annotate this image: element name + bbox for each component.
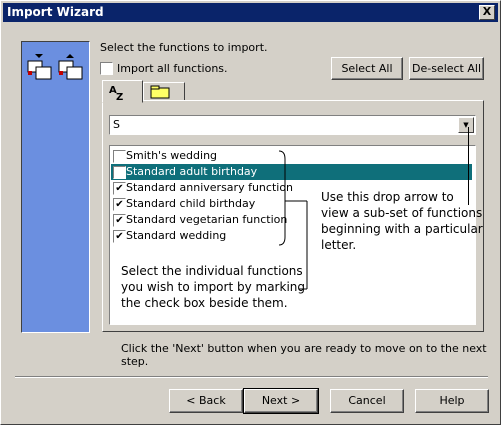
function-checkbox[interactable]: ✔ [113, 230, 126, 243]
function-checkbox[interactable]: ✔ [113, 166, 126, 179]
letter-filter-value: S [113, 118, 120, 131]
folder-icon [150, 85, 170, 99]
bracket-leader-line [278, 150, 308, 290]
import-down-icon [27, 54, 52, 80]
callout-line: view a sub-set of functions [321, 206, 483, 220]
function-label: Smith's wedding [126, 149, 218, 162]
function-label: Standard child birthday [126, 197, 256, 210]
help-button[interactable]: Help [415, 389, 489, 413]
window-title: Import Wizard [7, 5, 104, 19]
title-bar[interactable]: Import Wizard X [3, 3, 498, 22]
next-button[interactable]: Next > [243, 388, 319, 414]
wizard-side-panel [21, 41, 90, 333]
instruction-text: Select the functions to import. [100, 41, 268, 54]
letter-filter-combo[interactable]: S ▼ [109, 115, 476, 135]
callout-line: Use this drop arrow to [321, 190, 454, 204]
function-checkbox[interactable]: ✔ [113, 214, 126, 227]
callout-line: the check box beside them. [121, 296, 288, 310]
function-label: Standard vegetarian function [126, 213, 288, 226]
function-label: Standard wedding [126, 229, 227, 242]
function-label: Standard anniversary function [126, 181, 294, 194]
separator [15, 376, 488, 378]
cancel-button[interactable]: Cancel [330, 389, 404, 413]
function-checkbox[interactable]: ✔ [113, 182, 126, 195]
tab-alphabetical[interactable]: A Z [102, 80, 143, 103]
footer-note: Click the 'Next' button when you are rea… [121, 342, 487, 368]
tab-folder[interactable] [143, 82, 185, 102]
callout-line: letter. [321, 238, 357, 252]
drop-arrow-callout: Use this drop arrow to view a sub-set of… [321, 189, 483, 253]
function-checkbox[interactable] [113, 150, 126, 163]
import-wizard-window: Import Wizard X Select the functions to … [0, 0, 501, 425]
callout-line: beginning with a particular [321, 222, 483, 236]
import-all-label[interactable]: Import all functions. [117, 62, 228, 75]
export-up-icon [58, 54, 83, 80]
import-all-checkbox[interactable] [100, 62, 113, 75]
function-label: Standard adult birthday [126, 165, 258, 178]
function-checkbox[interactable]: ✔ [113, 198, 126, 211]
deselect-all-button[interactable]: De-select All [409, 57, 484, 80]
svg-text:Z: Z [116, 92, 123, 101]
select-all-button[interactable]: Select All [331, 57, 403, 80]
dropdown-arrow-button[interactable]: ▼ [458, 117, 474, 133]
back-button[interactable]: < Back [169, 389, 243, 413]
sort-az-icon: A Z [109, 85, 123, 101]
close-button[interactable]: X [479, 5, 495, 20]
drop-arrow-leader-line [468, 127, 469, 205]
